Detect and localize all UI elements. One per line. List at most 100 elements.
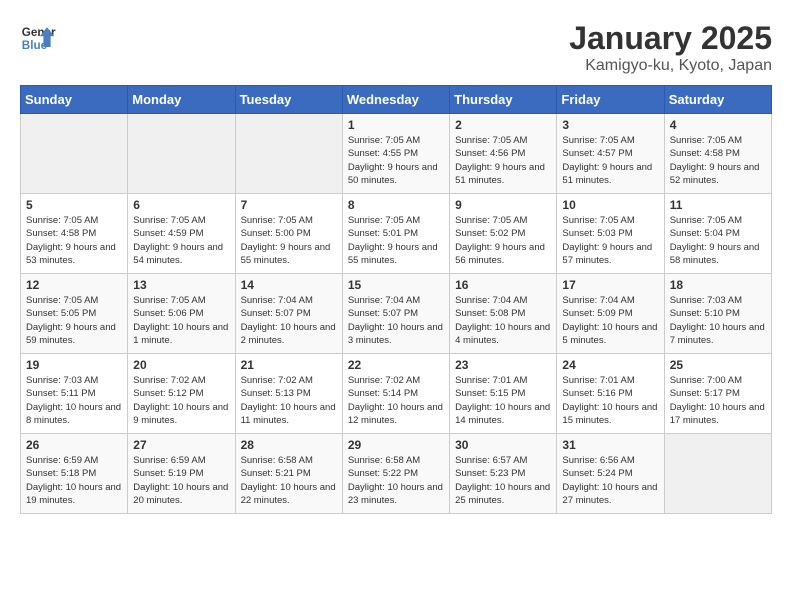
calendar-cell: 29 Sunrise: 6:58 AMSunset: 5:22 PMDayligh… — [342, 434, 449, 514]
week-row-5: 26 Sunrise: 6:59 AMSunset: 5:18 PMDayligh… — [21, 434, 772, 514]
calendar-cell: 24 Sunrise: 7:01 AMSunset: 5:16 PMDayligh… — [557, 354, 664, 434]
calendar-cell: 6Sunrise: 7:05 AMSunset: 4:59 PMDaylight… — [128, 194, 235, 274]
calendar-title: January 2025 — [569, 20, 772, 57]
day-number: 4 — [670, 118, 766, 132]
day-info: Sunrise: 7:05 AMSunset: 5:01 PMDaylight:… — [348, 214, 444, 267]
day-info: Sunrise: 7:02 AMSunset: 5:13 PMDaylight:… — [241, 374, 337, 427]
logo: General Blue — [20, 20, 56, 56]
day-info: Sunrise: 7:04 AMSunset: 5:09 PMDaylight:… — [562, 294, 658, 347]
weekday-header-wednesday: Wednesday — [342, 86, 449, 114]
calendar-cell: 9Sunrise: 7:05 AMSunset: 5:02 PMDaylight… — [450, 194, 557, 274]
day-number: 18 — [670, 278, 766, 292]
calendar-cell: 25 Sunrise: 7:00 AMSunset: 5:17 PMDayligh… — [664, 354, 771, 434]
day-info: Sunrise: 7:01 AMSunset: 5:15 PMDaylight:… — [455, 374, 551, 427]
week-row-1: 1 Sunrise: 7:05 AMSunset: 4:55 PMDaylight… — [21, 114, 772, 194]
day-number: 31 — [562, 438, 658, 452]
day-info: Sunrise: 7:05 AMSunset: 4:55 PMDaylight:… — [348, 134, 444, 187]
day-number: 10 — [562, 198, 658, 212]
calendar-cell: 26 Sunrise: 6:59 AMSunset: 5:18 PMDayligh… — [21, 434, 128, 514]
week-row-4: 19Sunrise: 7:03 AMSunset: 5:11 PMDayligh… — [21, 354, 772, 434]
day-number: 16 — [455, 278, 551, 292]
calendar-cell: 7 Sunrise: 7:05 AMSunset: 5:00 PMDaylight… — [235, 194, 342, 274]
week-row-3: 12 Sunrise: 7:05 AMSunset: 5:05 PMDayligh… — [21, 274, 772, 354]
calendar-cell — [664, 434, 771, 514]
day-number: 9 — [455, 198, 551, 212]
day-info: Sunrise: 6:58 AMSunset: 5:21 PMDaylight:… — [241, 454, 337, 507]
day-number: 22 — [348, 358, 444, 372]
day-info: Sunrise: 6:59 AMSunset: 5:18 PMDaylight:… — [26, 454, 122, 507]
day-number: 17 — [562, 278, 658, 292]
day-number: 11 — [670, 198, 766, 212]
day-number: 25 — [670, 358, 766, 372]
logo-icon: General Blue — [20, 20, 56, 56]
day-number: 5 — [26, 198, 122, 212]
day-info: Sunrise: 7:04 AMSunset: 5:07 PMDaylight:… — [241, 294, 337, 347]
day-info: Sunrise: 7:03 AMSunset: 5:10 PMDaylight:… — [670, 294, 766, 347]
day-number: 27 — [133, 438, 229, 452]
day-number: 19 — [26, 358, 122, 372]
calendar-cell: 22 Sunrise: 7:02 AMSunset: 5:14 PMDayligh… — [342, 354, 449, 434]
day-info: Sunrise: 7:02 AMSunset: 5:12 PMDaylight:… — [133, 374, 229, 427]
calendar-cell: 15 Sunrise: 7:04 AMSunset: 5:07 PMDayligh… — [342, 274, 449, 354]
calendar-cell: 31 Sunrise: 6:56 AMSunset: 5:24 PMDayligh… — [557, 434, 664, 514]
day-info: Sunrise: 7:05 AMSunset: 4:57 PMDaylight:… — [562, 134, 658, 187]
day-info: Sunrise: 6:56 AMSunset: 5:24 PMDaylight:… — [562, 454, 658, 507]
day-info: Sunrise: 7:00 AMSunset: 5:17 PMDaylight:… — [670, 374, 766, 427]
day-info: Sunrise: 7:05 AMSunset: 5:06 PMDaylight:… — [133, 294, 229, 347]
day-number: 2 — [455, 118, 551, 132]
day-number: 15 — [348, 278, 444, 292]
day-info: Sunrise: 6:58 AMSunset: 5:22 PMDaylight:… — [348, 454, 444, 507]
day-number: 13 — [133, 278, 229, 292]
day-info: Sunrise: 7:05 AMSunset: 4:58 PMDaylight:… — [670, 134, 766, 187]
calendar-cell: 20 Sunrise: 7:02 AMSunset: 5:12 PMDayligh… — [128, 354, 235, 434]
calendar-subtitle: Kamigyo-ku, Kyoto, Japan — [569, 57, 772, 75]
day-number: 21 — [241, 358, 337, 372]
calendar-cell: 1 Sunrise: 7:05 AMSunset: 4:55 PMDaylight… — [342, 114, 449, 194]
week-row-2: 5Sunrise: 7:05 AMSunset: 4:58 PMDaylight… — [21, 194, 772, 274]
day-number: 6 — [133, 198, 229, 212]
day-number: 7 — [241, 198, 337, 212]
weekday-header-sunday: Sunday — [21, 86, 128, 114]
calendar-table: SundayMondayTuesdayWednesdayThursdayFrid… — [20, 85, 772, 514]
day-info: Sunrise: 7:05 AMSunset: 5:05 PMDaylight:… — [26, 294, 122, 347]
weekday-header-saturday: Saturday — [664, 86, 771, 114]
calendar-cell: 18 Sunrise: 7:03 AMSunset: 5:10 PMDayligh… — [664, 274, 771, 354]
calendar-cell: 2Sunrise: 7:05 AMSunset: 4:56 PMDaylight… — [450, 114, 557, 194]
calendar-cell: 8 Sunrise: 7:05 AMSunset: 5:01 PMDaylight… — [342, 194, 449, 274]
calendar-cell: 21 Sunrise: 7:02 AMSunset: 5:13 PMDayligh… — [235, 354, 342, 434]
day-number: 23 — [455, 358, 551, 372]
calendar-cell: 4 Sunrise: 7:05 AMSunset: 4:58 PMDaylight… — [664, 114, 771, 194]
calendar-cell — [21, 114, 128, 194]
day-number: 24 — [562, 358, 658, 372]
day-number: 1 — [348, 118, 444, 132]
day-number: 29 — [348, 438, 444, 452]
day-number: 14 — [241, 278, 337, 292]
weekday-header-monday: Monday — [128, 86, 235, 114]
calendar-cell: 28Sunrise: 6:58 AMSunset: 5:21 PMDayligh… — [235, 434, 342, 514]
day-number: 26 — [26, 438, 122, 452]
day-number: 20 — [133, 358, 229, 372]
calendar-cell — [235, 114, 342, 194]
day-number: 12 — [26, 278, 122, 292]
day-info: Sunrise: 7:05 AMSunset: 5:03 PMDaylight:… — [562, 214, 658, 267]
calendar-cell: 10 Sunrise: 7:05 AMSunset: 5:03 PMDayligh… — [557, 194, 664, 274]
weekday-header-row: SundayMondayTuesdayWednesdayThursdayFrid… — [21, 86, 772, 114]
day-info: Sunrise: 7:04 AMSunset: 5:07 PMDaylight:… — [348, 294, 444, 347]
day-info: Sunrise: 6:59 AMSunset: 5:19 PMDaylight:… — [133, 454, 229, 507]
day-info: Sunrise: 6:57 AMSunset: 5:23 PMDaylight:… — [455, 454, 551, 507]
day-info: Sunrise: 7:02 AMSunset: 5:14 PMDaylight:… — [348, 374, 444, 427]
calendar-cell: 14 Sunrise: 7:04 AMSunset: 5:07 PMDayligh… — [235, 274, 342, 354]
calendar-cell — [128, 114, 235, 194]
weekday-header-thursday: Thursday — [450, 86, 557, 114]
day-info: Sunrise: 7:05 AMSunset: 5:00 PMDaylight:… — [241, 214, 337, 267]
day-info: Sunrise: 7:01 AMSunset: 5:16 PMDaylight:… — [562, 374, 658, 427]
calendar-cell: 13 Sunrise: 7:05 AMSunset: 5:06 PMDayligh… — [128, 274, 235, 354]
day-number: 8 — [348, 198, 444, 212]
day-info: Sunrise: 7:04 AMSunset: 5:08 PMDaylight:… — [455, 294, 551, 347]
weekday-header-friday: Friday — [557, 86, 664, 114]
calendar-cell: 19Sunrise: 7:03 AMSunset: 5:11 PMDayligh… — [21, 354, 128, 434]
calendar-cell: 12 Sunrise: 7:05 AMSunset: 5:05 PMDayligh… — [21, 274, 128, 354]
calendar-cell: 5Sunrise: 7:05 AMSunset: 4:58 PMDaylight… — [21, 194, 128, 274]
calendar-cell: 27 Sunrise: 6:59 AMSunset: 5:19 PMDayligh… — [128, 434, 235, 514]
calendar-cell: 11Sunrise: 7:05 AMSunset: 5:04 PMDayligh… — [664, 194, 771, 274]
